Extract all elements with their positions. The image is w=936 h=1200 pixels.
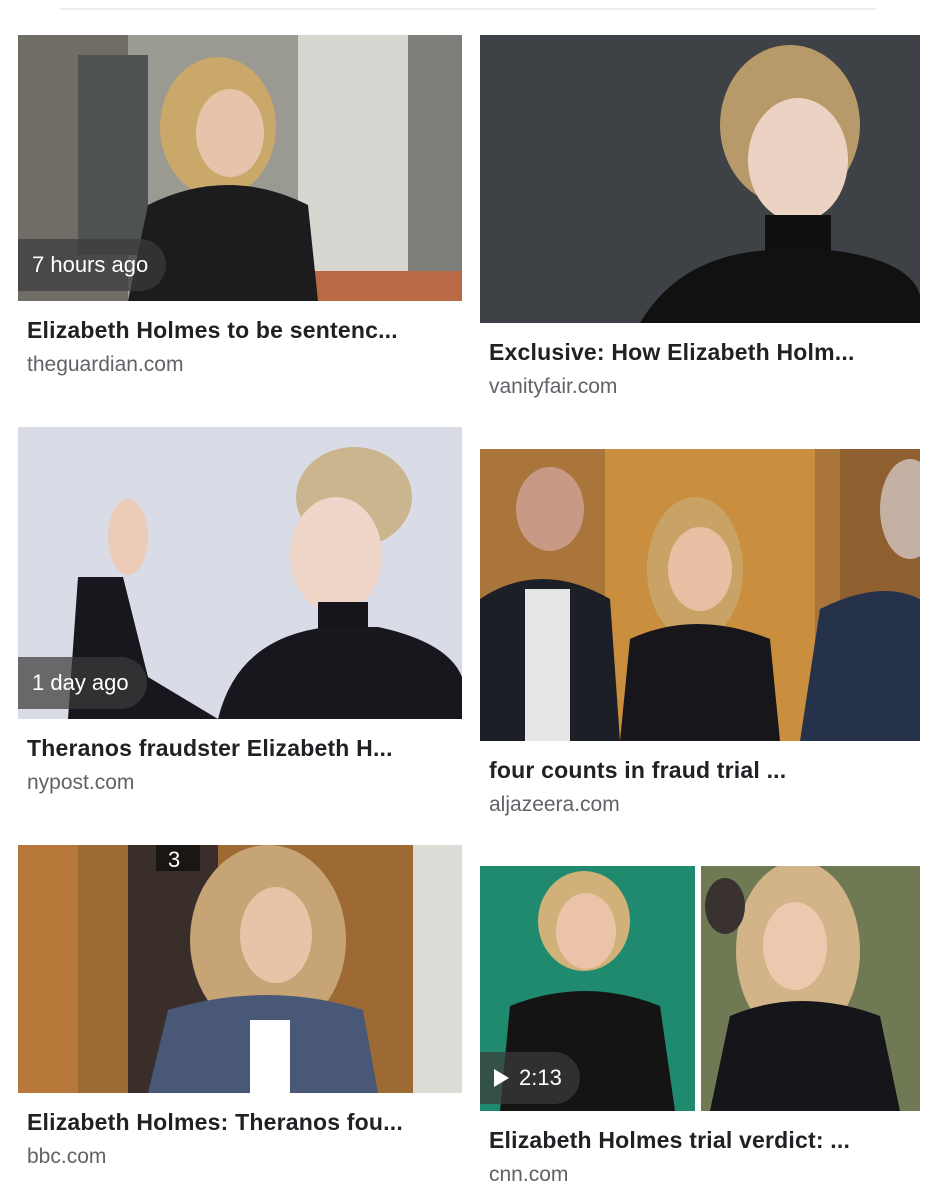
result-thumbnail[interactable]: 7 hours ago (18, 35, 462, 301)
result-title[interactable]: four counts in fraud trial ... (480, 757, 920, 784)
result-title[interactable]: Elizabeth Holmes: Theranos fou... (18, 1109, 462, 1136)
video-duration-badge: 2:13 (480, 1052, 580, 1104)
result-thumbnail[interactable]: 3 (18, 845, 462, 1093)
elevator-sign: 3 (168, 847, 180, 872)
top-divider (0, 0, 936, 12)
result-thumbnail[interactable]: 1 day ago (18, 427, 462, 719)
result-source[interactable]: nypost.com (18, 771, 462, 795)
result-title[interactable]: Theranos fraudster Elizabeth H... (18, 735, 462, 762)
play-icon (494, 1069, 509, 1087)
result-thumbnail[interactable] (480, 449, 920, 741)
result-source[interactable]: vanityfair.com (480, 375, 920, 399)
result-title[interactable]: Exclusive: How Elizabeth Holm... (480, 339, 920, 366)
result-source[interactable]: theguardian.com (18, 353, 462, 377)
timestamp-badge: 7 hours ago (18, 239, 167, 291)
image-result-card[interactable]: 1 day ago Theranos fraudster Elizabeth H… (18, 427, 462, 795)
result-source[interactable]: aljazeera.com (480, 793, 920, 817)
result-source[interactable]: cnn.com (480, 1163, 920, 1187)
result-source[interactable]: bbc.com (18, 1145, 462, 1169)
image-result-card[interactable]: 2:13 Elizabeth Holmes trial verdict: ...… (480, 866, 920, 1187)
image-result-card[interactable]: 3 Elizabeth Holmes: Theranos fou... bbc.… (18, 845, 462, 1169)
timestamp-badge: 1 day ago (18, 657, 147, 709)
image-result-card[interactable]: Exclusive: How Elizabeth Holm... vanityf… (480, 35, 920, 399)
result-thumbnail[interactable] (480, 35, 920, 323)
image-result-card[interactable]: four counts in fraud trial ... aljazeera… (480, 449, 920, 817)
result-title[interactable]: Elizabeth Holmes to be sentenc... (18, 317, 462, 344)
result-title[interactable]: Elizabeth Holmes trial verdict: ... (480, 1127, 920, 1154)
result-thumbnail[interactable]: 2:13 (480, 866, 920, 1111)
image-result-card[interactable]: 7 hours ago Elizabeth Holmes to be sente… (18, 35, 462, 377)
